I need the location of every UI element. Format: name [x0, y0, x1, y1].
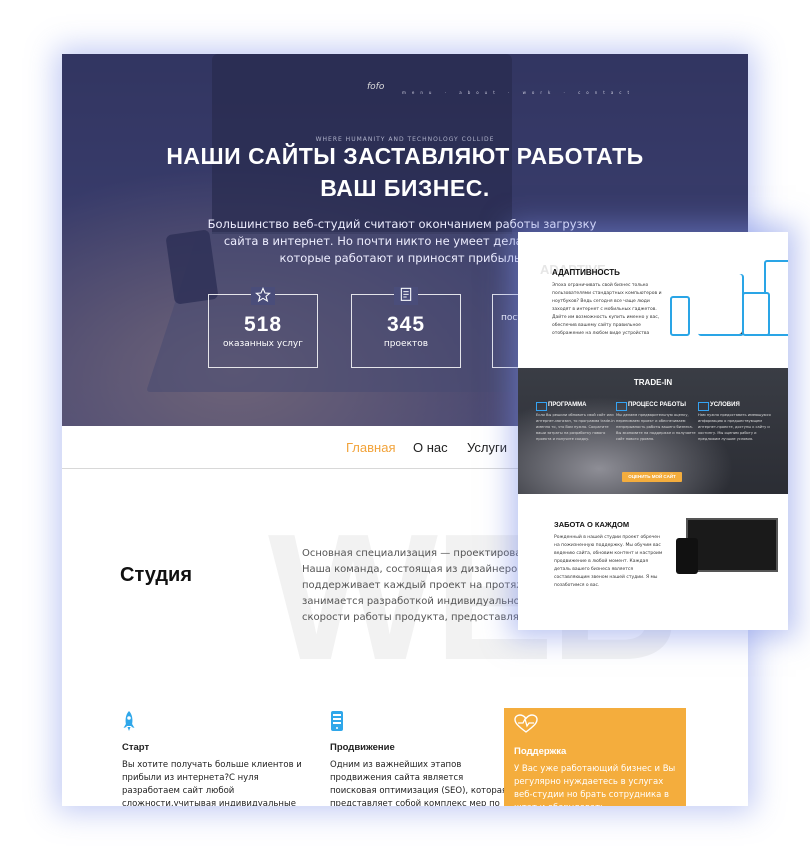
tradein-col-text: Если Вы решили обновить свой сайт или ин… [536, 413, 615, 441]
program-icon [536, 402, 547, 411]
side-preview-card: ADAPTIVE АДАПТИВНОСТЬ Эпоха ограничивать… [518, 232, 788, 630]
tradein-col-title: ПРОЦЕСС РАБОТЫ [628, 402, 686, 408]
adaptive-section: ADAPTIVE АДАПТИВНОСТЬ Эпоха ограничивать… [518, 232, 788, 368]
tradein-col-title: УСЛОВИЯ [710, 402, 740, 408]
feature-promotion: Продвижение Одним из важнейших этапов пр… [330, 710, 510, 806]
nav-item-about[interactable]: О нас [413, 440, 448, 455]
hero-title-line1: НАШИ САЙТЫ ЗАСТАВЛЯЮТ РАБОТАТЬ [166, 143, 644, 169]
tradein-col-text: Мы делаем предварительную оценку, перени… [616, 413, 696, 441]
tradein-col-process: ПРОЦЕСС РАБОТЫ Мы делаем предварительную… [616, 402, 696, 442]
rocket-icon [122, 710, 302, 732]
feature-support: Поддержка У Вас уже работающий бизнес и … [504, 708, 686, 806]
hero-mini-nav: menu · about · work · contact [402, 90, 636, 95]
tradein-col-text: Нам нужно предоставить имеющуюся информа… [698, 413, 771, 441]
phone-illustration [676, 538, 698, 574]
process-icon [616, 402, 627, 411]
adaptive-text: Эпоха ограничивать свой бизнес только по… [552, 283, 662, 336]
nav-item-services[interactable]: Услуги [467, 440, 507, 455]
care-section: ЗАБОТА О КАЖДОМ Рожденный в нашей студии… [518, 494, 788, 630]
feature-title: Продвижение [330, 742, 395, 753]
stat-value: 345 [386, 313, 426, 336]
stat-value: 518 [243, 313, 283, 336]
heart-pulse-icon [514, 708, 676, 736]
monitor-illustration [686, 518, 778, 572]
feature-text: Одним из важнейших этапов продвижения са… [330, 760, 508, 806]
hero-title: НАШИ САЙТЫ ЗАСТАВЛЯЮТ РАБОТАТЬ ВАШ БИЗНЕ… [62, 140, 748, 204]
tradein-col-conditions: УСЛОВИЯ Нам нужно предоставить имеющуюся… [698, 402, 778, 442]
document-icon [394, 287, 418, 305]
tradein-section: TRADE-IN ПРОГРАММА Если Вы решили обнови… [518, 368, 788, 494]
tradein-title: TRADE-IN [633, 378, 673, 387]
feature-title: Старт [122, 742, 150, 753]
evaluate-site-button[interactable]: ОЦЕНИТЬ МОЙ САЙТ [622, 472, 682, 482]
feature-start: Старт Вы хотите получать больше клиентов… [122, 710, 302, 806]
studio-title: Студия [120, 564, 193, 586]
care-text: Рожденный в нашей студии проект обречен … [554, 535, 663, 588]
device-small-tablet-illustration [742, 292, 770, 336]
conditions-icon [698, 402, 709, 411]
tradein-col-program: ПРОГРАММА Если Вы решили обновить свой с… [536, 402, 616, 442]
phone-list-icon [330, 710, 510, 732]
tradein-col-title: ПРОГРАММА [548, 402, 587, 408]
stat-projects: 345 проектов [351, 287, 461, 368]
star-icon [251, 286, 275, 305]
nav-item-home[interactable]: Главная [346, 440, 395, 455]
hero-title-line2: ВАШ БИЗНЕС. [320, 175, 490, 201]
feature-title: Поддержка [514, 746, 567, 757]
adaptive-title: АДАПТИВНОСТЬ [552, 268, 620, 277]
stat-label: оказанных услуг [223, 339, 303, 349]
device-phone-illustration [670, 296, 690, 336]
stat-label: проектов [383, 339, 429, 349]
hero-logo[interactable]: fofo [367, 82, 384, 92]
feature-text: Вы хотите получать больше клиентов и при… [122, 760, 302, 806]
stat-services: 518 оказанных услуг [208, 286, 318, 368]
care-title: ЗАБОТА О КАЖДОМ [554, 520, 630, 529]
feature-text: У Вас уже работающий бизнес и Вы регуляр… [514, 764, 676, 806]
